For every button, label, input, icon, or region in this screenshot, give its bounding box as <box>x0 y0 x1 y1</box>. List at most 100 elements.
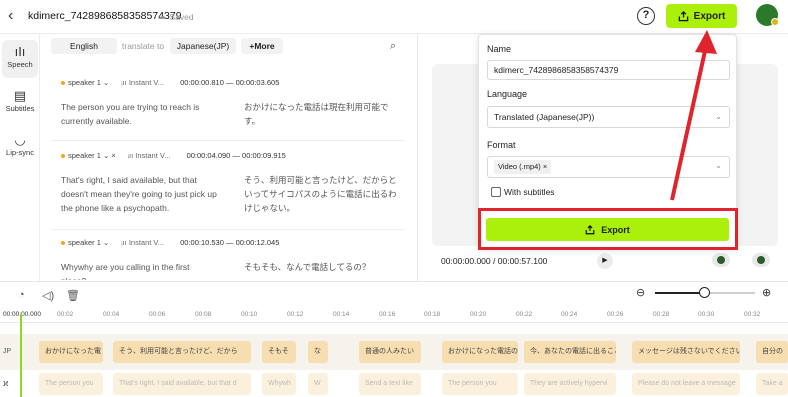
ruler-tick: 00:22 <box>516 311 533 318</box>
waveform-icon: ıIı <box>14 44 26 59</box>
panel-divider[interactable] <box>417 34 418 281</box>
play-button[interactable]: ▶ <box>597 253 613 269</box>
ruler-tick: 00:18 <box>424 311 441 318</box>
timeline-clip-en[interactable]: The person you <box>39 373 103 395</box>
timeline-toolbar: ◔ ◁) 🗑 <box>0 281 788 307</box>
name-label: Name <box>487 44 512 54</box>
timeline-clip-jp[interactable]: 普通の人みたい <box>359 341 421 363</box>
ruler-tick: 00:04 <box>103 311 120 318</box>
timeline-clip-jp[interactable]: おかけになった電 <box>39 341 103 363</box>
segment-row[interactable]: speaker 1 ⌄ ᵢıı Instant V... 00:00:00.81… <box>51 78 405 141</box>
ruler-tick: 00:32 <box>744 311 761 318</box>
time-readout: 00:00:00.000 / 00:00:57.100 <box>441 256 548 266</box>
timeline-clip-en[interactable]: The person you <box>442 373 518 395</box>
speaker-select[interactable]: speaker 1 <box>68 78 101 87</box>
segment-source-text[interactable]: That's right, I said available, but that… <box>61 173 226 215</box>
segment-meta: speaker 1 ⌄ × ᵢıı Instant V... 00:00:04.… <box>61 151 286 160</box>
target-language[interactable]: Japanese(JP) <box>170 38 236 54</box>
remove-chip-icon[interactable]: × <box>543 162 547 171</box>
timeline-clip-en[interactable]: They are actively hypervi <box>524 373 616 395</box>
source-language[interactable]: English <box>51 38 117 54</box>
segment-translation-text[interactable]: そう、利用可能と言ったけど、だからといってサイコパスのように電話に出るわけじゃな… <box>244 173 402 215</box>
delete-icon[interactable]: 🗑 <box>66 289 80 302</box>
segment-translation-text[interactable]: そもそも、なんで電話してるの？ <box>244 260 402 274</box>
ruler-tick: 00:30 <box>698 311 715 318</box>
rail-item-lip-sync[interactable]: ◡ Lip-sync <box>2 128 38 166</box>
rail-label: Subtitles <box>5 104 35 113</box>
globe-icon <box>717 256 725 264</box>
voice-select[interactable]: ᵢıı Instant V... <box>121 238 164 247</box>
speaker-dot <box>61 81 65 86</box>
language-label: Language <box>487 89 528 99</box>
ruler-tick: 00:14 <box>333 311 350 318</box>
timeline-clip-jp[interactable]: そもそ <box>262 341 296 363</box>
timeline-clip-en[interactable]: Take a <box>756 373 788 395</box>
speaker-dot <box>61 154 65 159</box>
timeline-clip-jp[interactable]: 自分の <box>756 341 788 363</box>
timeline-clip-jp[interactable]: おかけになった電話の <box>442 341 518 363</box>
back-arrow-icon[interactable]: ‹ <box>8 8 24 24</box>
ruler-tick: 00:24 <box>561 311 578 318</box>
subtitles-icon: ▤ <box>13 88 27 103</box>
segment-row[interactable]: speaker 1 ⌄ ᵢıı Instant V... 00:00:10.53… <box>51 238 405 282</box>
translated-audio-toggle[interactable] <box>752 253 770 267</box>
more-languages-button[interactable]: +More <box>241 38 283 54</box>
speaker-select[interactable]: speaker 1 <box>68 238 101 247</box>
ruler-tick: 00:16 <box>379 311 396 318</box>
segment-row[interactable]: speaker 1 ⌄ × ᵢıı Instant V... 00:00:04.… <box>51 151 405 230</box>
timeline-clip-jp[interactable]: 今、あなたの電話に出ること <box>524 341 616 363</box>
voice-select[interactable]: ᵢıı Instant V... <box>128 151 171 160</box>
zoom-slider-rest <box>710 292 755 294</box>
segment-time[interactable]: 00:00:00.810 — 00:00:03.605 <box>180 78 279 87</box>
segment-meta: speaker 1 ⌄ ᵢıı Instant V... 00:00:00.81… <box>61 78 279 87</box>
segment-meta: speaker 1 ⌄ ᵢıı Instant V... 00:00:10.53… <box>61 238 279 247</box>
timeline-clip-jp[interactable]: な <box>308 341 328 363</box>
voice-select[interactable]: ᵢıı Instant V... <box>121 78 164 87</box>
zoom-slider-handle[interactable] <box>699 287 710 298</box>
segment-source-text[interactable]: The person you are trying to reach is cu… <box>61 100 211 128</box>
subtitles-checkbox[interactable] <box>491 187 501 197</box>
segment-time[interactable]: 00:00:10.530 — 00:00:12.045 <box>180 238 279 247</box>
ruler-tick: 00:20 <box>470 311 487 318</box>
timeline-clip-en[interactable]: W <box>308 373 328 395</box>
timeline-clip-en[interactable]: That's right, I said available, but that… <box>113 373 251 395</box>
subtitles-label: With subtitles <box>504 187 555 197</box>
ruler-tick: 00:02 <box>57 311 74 318</box>
zoom-out-icon[interactable]: ⊖ <box>636 286 645 299</box>
rail-item-subtitles[interactable]: ▤ Subtitles <box>2 84 38 122</box>
ruler-tick: 00:28 <box>653 311 670 318</box>
dialog-export-button[interactable]: Export <box>486 218 729 241</box>
ruler-tick: 00:06 <box>149 311 166 318</box>
format-chip: Video (.mp4) × <box>494 160 552 174</box>
saved-status: ☁ Saved <box>158 11 194 22</box>
rail-label: Lip-sync <box>6 148 34 157</box>
timeline-clip-en[interactable]: Please do not leave a message <box>632 373 740 395</box>
segment-source-text[interactable]: Whywhy are you calling in the first plac… <box>61 260 211 280</box>
original-audio-toggle[interactable] <box>712 253 730 267</box>
language-bar: English translate to Japanese(JP) +More <box>51 38 411 56</box>
lip-sync-icon: ◡ <box>14 132 26 147</box>
search-icon[interactable]: ⌕ <box>390 40 396 53</box>
volume-icon[interactable]: ◁) <box>42 289 54 302</box>
playhead[interactable] <box>20 314 22 397</box>
translate-to-label: translate to <box>122 41 165 51</box>
dialog-export-label: Export <box>601 224 630 235</box>
rail-item-speech[interactable]: ıIı Speech <box>2 40 38 78</box>
timeline-ruler[interactable]: 00:00:00.000 00:02 00:04 00:06 00:08 00:… <box>0 307 788 323</box>
timeline-clip-en[interactable]: Whywh <box>262 373 296 395</box>
speaker-select[interactable]: speaker 1 <box>68 151 101 160</box>
ruler-tick: 00:08 <box>195 311 212 318</box>
zoom-in-icon[interactable]: ⊕ <box>762 286 771 299</box>
speed-icon[interactable]: ◔ <box>18 289 25 301</box>
speaker-dot <box>61 241 65 246</box>
mute-original-icon[interactable]: ϰ <box>3 378 8 388</box>
segment-time[interactable]: 00:00:04.090 — 00:00:09.915 <box>187 151 286 160</box>
timeline-clip-jp[interactable]: メッセージは残さないでください <box>632 341 740 363</box>
format-label: Format <box>487 140 516 150</box>
timeline-clip-jp[interactable]: そう、利用可能と言ったけど、だから <box>113 341 251 363</box>
ruler-tick: 00:12 <box>287 311 304 318</box>
ruler-tick: 00:26 <box>607 311 624 318</box>
timeline-clip-en[interactable]: Send a text like <box>359 373 421 395</box>
segment-translation-text[interactable]: おかけになった電話は現在利用可能です。 <box>244 100 402 128</box>
export-icon <box>585 224 595 234</box>
